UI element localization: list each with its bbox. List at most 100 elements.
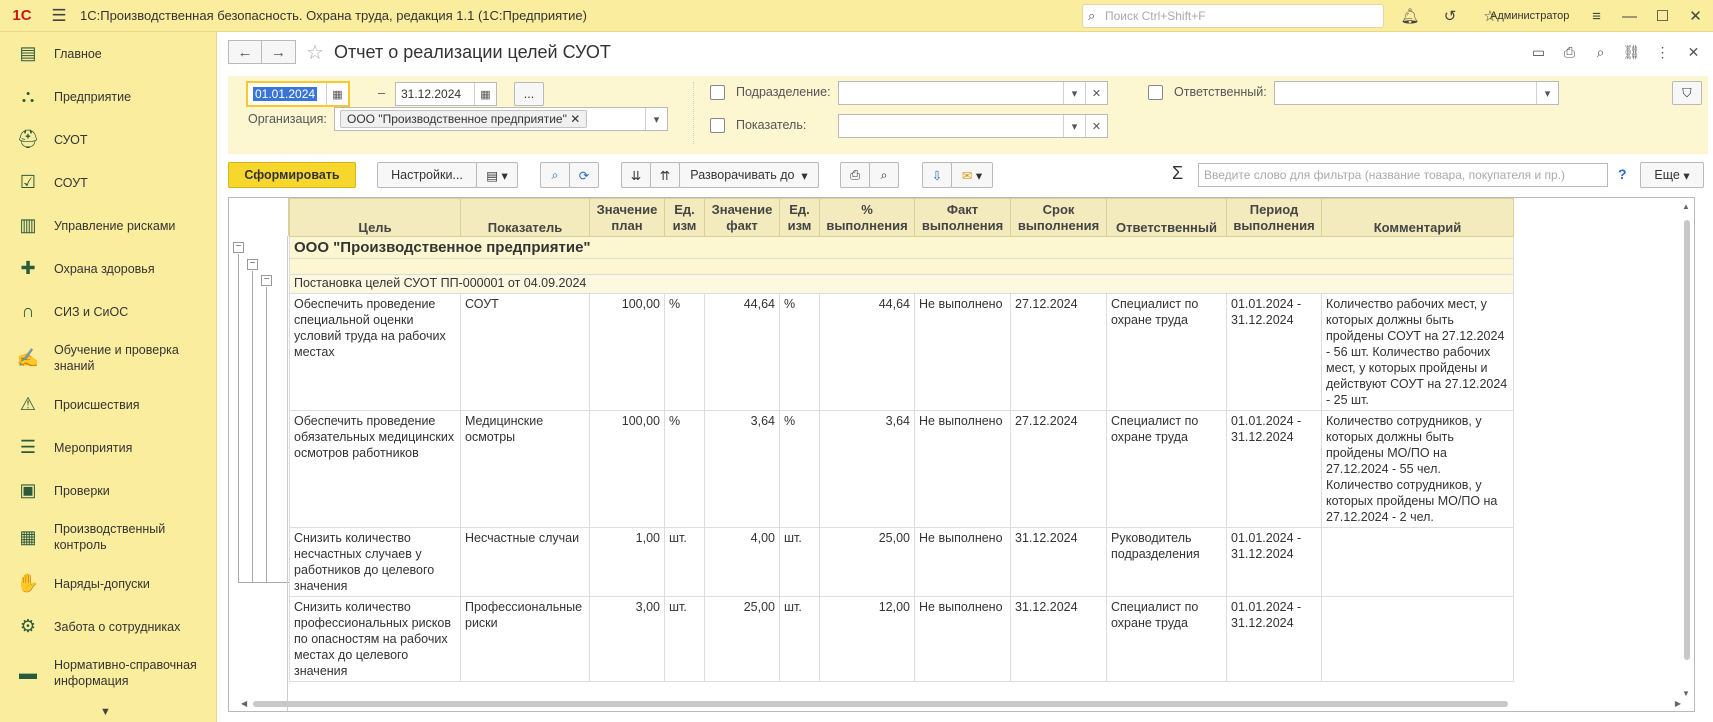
find-next-button[interactable]: ⟳ (569, 162, 599, 188)
dropdown-icon[interactable]: ▾ (645, 108, 667, 130)
table-row[interactable]: Снизить количество профессиональных риск… (289, 596, 1514, 682)
collapse-group-icon[interactable]: − (247, 259, 258, 270)
dropdown-icon[interactable]: ▾ (1063, 115, 1085, 137)
filter-input[interactable]: Введите слово для фильтра (название това… (1198, 163, 1608, 187)
print-button[interactable]: ⎙ (840, 162, 870, 188)
checklist-icon: ☑ (19, 172, 37, 192)
maximize-icon[interactable]: ☐ (1646, 7, 1679, 25)
responsible-field[interactable]: ▾ (1274, 81, 1559, 105)
group-row-organization[interactable]: ООО "Производственное предприятие" (289, 236, 1514, 259)
table-row[interactable]: Обеспечить проведение обязательных медиц… (289, 410, 1514, 528)
favorite-star-icon[interactable]: ☆ (306, 40, 324, 65)
horizontal-scrollbar[interactable]: ◀ ▶ (241, 699, 1681, 709)
close-icon[interactable]: ✕ (1679, 7, 1712, 25)
sidebar-item-sout[interactable]: ☑ СОУТ (0, 161, 216, 204)
subdivision-checkbox[interactable] (710, 85, 725, 100)
vertical-scroll-thumb[interactable] (1684, 220, 1690, 660)
sidebar-item-reference[interactable]: ▬ Нормативно-справочная информация (0, 648, 216, 698)
more-actions-icon[interactable]: ⋮ (1647, 44, 1678, 61)
report-spreadsheet[interactable]: − − − Цель Показатель Значение план Ед. … (228, 197, 1695, 712)
remove-tag-icon[interactable]: ✕ (570, 112, 580, 126)
variants-dropdown-button[interactable]: ▤ ▾ (476, 162, 518, 188)
date-from-field[interactable]: 01.01.2024 ▦ (246, 81, 350, 107)
cell-fact: 4,00 (704, 527, 780, 597)
scroll-up-icon[interactable]: ▲ (1682, 202, 1690, 211)
more-button[interactable]: Еще ▾ (1640, 162, 1704, 188)
send-email-button[interactable]: ✉ ▾ (951, 162, 993, 188)
sidebar-item-health[interactable]: ✚ Охрана здоровья (0, 247, 216, 290)
save-file-button[interactable]: ⇩ (922, 162, 952, 188)
horizontal-scroll-thumb[interactable] (253, 701, 1508, 707)
sidebar-item-care[interactable]: ⚙ Забота о сотрудниках (0, 605, 216, 648)
responsible-label: Ответственный: (1174, 85, 1267, 99)
history-icon[interactable]: ↺ (1430, 7, 1470, 25)
expand-to-dropdown[interactable]: Разворачивать до ▾ (679, 162, 819, 188)
calendar-icon[interactable]: ▦ (474, 83, 496, 105)
group-row-document[interactable]: Постановка целей СУОТ ПП-000001 от 04.09… (289, 274, 1514, 294)
col-header-unit-fact: Ед. изм (779, 198, 820, 237)
indicator-field[interactable]: ▾ ✕ (838, 114, 1108, 138)
preview-icon: ⌕ (880, 167, 888, 182)
sidebar-item-suot[interactable]: ⛑ СУОТ (0, 118, 216, 161)
period-select-button[interactable]: ... (514, 82, 544, 106)
organization-field[interactable]: ООО "Производственное предприятие" ✕ ▾ (334, 107, 668, 131)
clear-icon[interactable]: ✕ (1085, 82, 1107, 104)
find-button[interactable]: ⌕ (540, 162, 570, 188)
sidebar-scroll-down-icon[interactable]: ▼ (100, 706, 111, 718)
table-row[interactable]: Обеспечить проведение специальной оценки… (289, 293, 1514, 411)
forward-button[interactable]: → (262, 40, 296, 64)
vertical-scrollbar[interactable]: ▲ ▼ (1682, 202, 1692, 698)
sum-icon[interactable]: Σ (1172, 163, 1183, 184)
date-to-field[interactable]: 31.12.2024 ▦ (395, 82, 497, 106)
report-toolbar: Сформировать Настройки... ▤ ▾ ⌕ ⟳ ⇊ ⇈ Ра… (228, 162, 1708, 188)
dropdown-icon[interactable]: ▾ (1063, 82, 1085, 104)
table-row[interactable]: Снизить количество несчастных случаев у … (289, 527, 1514, 597)
cell-period: 01.01.2024 - 31.12.2024 (1226, 596, 1322, 682)
sidebar-item-permits[interactable]: ✋ Наряды-допуски (0, 562, 216, 605)
cell-responsible: Руководитель подразделения (1106, 527, 1227, 597)
generate-button[interactable]: Сформировать (228, 162, 356, 188)
cell-percent: 25,00 (819, 527, 915, 597)
sidebar-item-enterprise[interactable]: ⛬ Предприятие (0, 75, 216, 118)
calendar-icon[interactable]: ▦ (326, 83, 348, 105)
print-icon[interactable]: ⎙ (1554, 44, 1585, 61)
scroll-down-icon[interactable]: ▼ (1682, 689, 1690, 698)
minimize-icon[interactable]: — (1613, 8, 1646, 25)
back-button[interactable]: ← (228, 40, 262, 64)
dropdown-icon[interactable]: ▾ (1536, 82, 1558, 104)
sidebar-item-ppe[interactable]: ∩ СИЗ и СиОС (0, 290, 216, 333)
close-form-icon[interactable]: ✕ (1678, 44, 1709, 61)
link-icon[interactable]: ⛓ (1616, 44, 1647, 61)
main-menu-icon[interactable]: ☰ (44, 0, 74, 32)
sidebar-item-incidents[interactable]: ⚠ Происшествия (0, 383, 216, 426)
collapse-group-icon[interactable]: − (261, 275, 272, 286)
scroll-left-icon[interactable]: ◀ (241, 699, 247, 708)
user-name[interactable]: Администратор (1490, 0, 1569, 32)
preview-icon[interactable]: ⌕ (1585, 44, 1616, 61)
settings-button[interactable]: Настройки... (377, 162, 477, 188)
sidebar-item-prod-control[interactable]: ▦ Производственный контроль (0, 512, 216, 562)
sidebar-item-main[interactable]: ▤ Главное (0, 32, 216, 75)
save-icon[interactable]: ▭ (1523, 44, 1554, 61)
preview-button[interactable]: ⌕ (869, 162, 899, 188)
clipboard-icon: ▣ (19, 480, 37, 500)
help-button[interactable]: ? (1618, 166, 1627, 182)
indicator-checkbox[interactable] (710, 118, 725, 133)
responsible-checkbox[interactable] (1148, 85, 1163, 100)
scroll-right-icon[interactable]: ▶ (1675, 699, 1681, 708)
subdivision-field[interactable]: ▾ ✕ (838, 81, 1108, 105)
report-table: Цель Показатель Значение план Ед. изм Зн… (289, 198, 1514, 682)
collapse-groups-button[interactable]: ⇊ (621, 162, 651, 188)
global-search-input[interactable]: ⌕ Поиск Ctrl+Shift+F (1082, 4, 1384, 28)
sidebar-item-measures[interactable]: ☰ Мероприятия (0, 426, 216, 469)
sidebar-item-training[interactable]: ✍ Обучение и проверка знаний (0, 333, 216, 383)
expand-groups-button[interactable]: ⇈ (650, 162, 680, 188)
organization-tag[interactable]: ООО "Производственное предприятие" ✕ (340, 110, 588, 128)
filter-settings-icon[interactable]: ⛉ (1672, 81, 1702, 105)
collapse-group-icon[interactable]: − (233, 242, 244, 253)
sidebar-item-risks[interactable]: ▥ Управление рисками (0, 204, 216, 247)
clear-icon[interactable]: ✕ (1085, 115, 1107, 137)
sidebar-item-inspections[interactable]: ▣ Проверки (0, 469, 216, 512)
notifications-icon[interactable]: 🔔︎ (1390, 7, 1430, 25)
settings-menu-icon[interactable]: ≡ (1580, 8, 1613, 25)
